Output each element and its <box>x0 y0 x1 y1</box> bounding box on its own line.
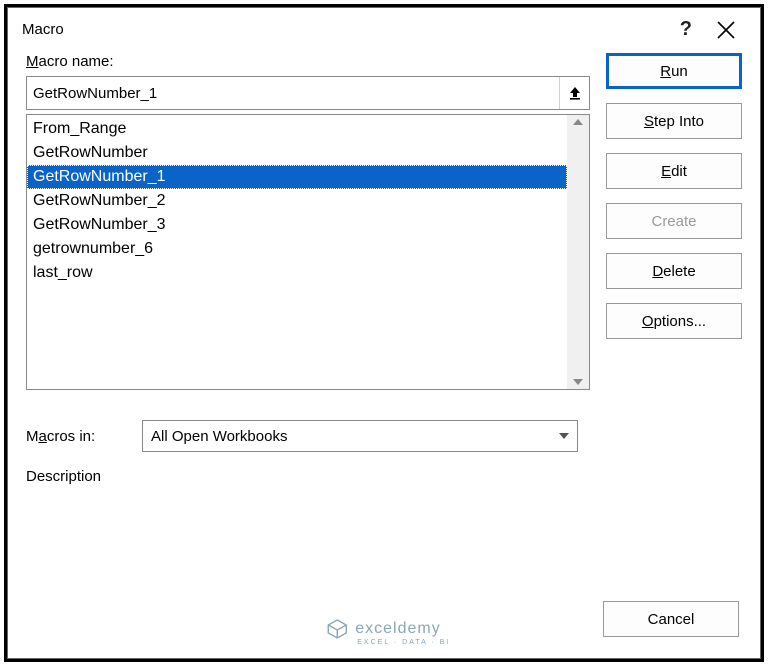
step-into-button[interactable]: Step Into <box>606 103 742 139</box>
close-button[interactable] <box>706 20 746 40</box>
list-item[interactable]: last_row <box>27 261 567 285</box>
chevron-down-icon <box>559 433 569 439</box>
close-icon <box>716 20 736 40</box>
cancel-button[interactable]: Cancel <box>603 601 739 637</box>
scrollbar[interactable] <box>567 115 589 389</box>
options-button[interactable]: Options... <box>606 303 742 339</box>
macros-in-label: Macros in: <box>26 428 126 445</box>
macro-name-label: Macro name: <box>26 53 590 70</box>
titlebar: Macro ? <box>8 8 760 47</box>
list-item[interactable]: GetRowNumber_2 <box>27 189 567 213</box>
dialog-title: Macro <box>22 21 666 38</box>
macro-list-body[interactable]: From_RangeGetRowNumberGetRowNumber_1GetR… <box>27 115 567 389</box>
help-button[interactable]: ? <box>666 18 706 41</box>
list-item[interactable]: getrownumber_6 <box>27 237 567 261</box>
macros-in-value: All Open Workbooks <box>151 428 287 445</box>
macro-list: From_RangeGetRowNumberGetRowNumber_1GetR… <box>26 114 590 390</box>
macro-name-input[interactable] <box>27 77 559 109</box>
arrow-up-icon <box>567 85 583 101</box>
scroll-down-icon <box>573 379 583 385</box>
macros-in-dropdown[interactable]: All Open Workbooks <box>142 420 578 452</box>
macro-dialog: Macro ? Macro name: <box>7 7 761 659</box>
list-item[interactable]: GetRowNumber <box>27 141 567 165</box>
list-item[interactable]: GetRowNumber_1 <box>27 165 567 189</box>
delete-button[interactable]: Delete <box>606 253 742 289</box>
description-label: Description <box>26 468 126 485</box>
run-button[interactable]: Run <box>606 53 742 89</box>
list-item[interactable]: From_Range <box>27 117 567 141</box>
create-button: Create <box>606 203 742 239</box>
scroll-up-icon <box>573 119 583 125</box>
reference-icon-button[interactable] <box>559 77 589 109</box>
list-item[interactable]: GetRowNumber_3 <box>27 213 567 237</box>
macro-name-row <box>26 76 590 110</box>
edit-button[interactable]: Edit <box>606 153 742 189</box>
